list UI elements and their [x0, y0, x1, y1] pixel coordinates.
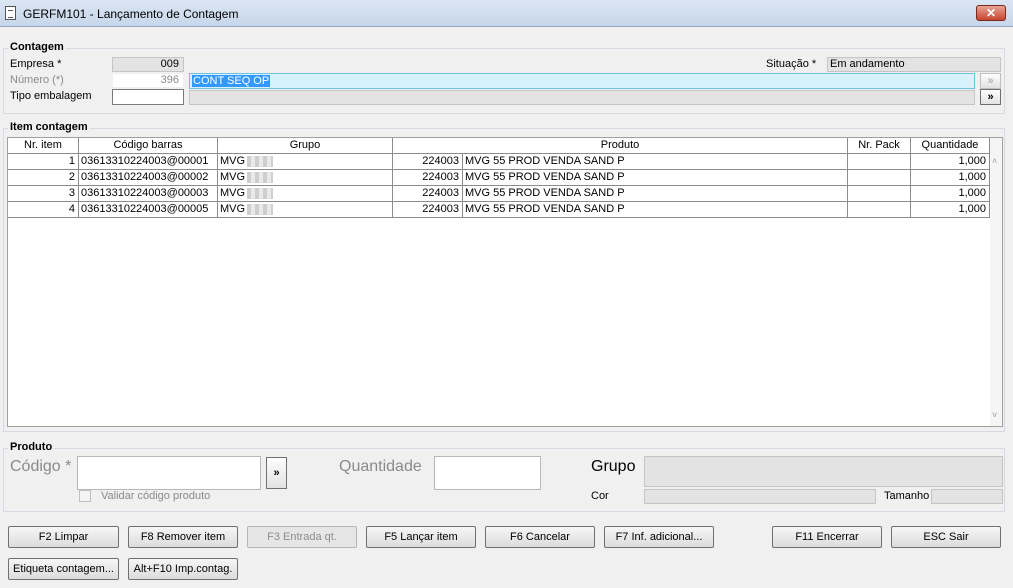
table-row[interactable]: 2 03613310224003@00002 MVG 224003 MVG 55… [8, 170, 990, 186]
table-row[interactable]: 1 03613310224003@00001 MVG 224003 MVG 55… [8, 154, 990, 170]
cell-quantidade: 1,000 [911, 170, 990, 185]
grupo-label: Grupo [591, 458, 636, 475]
table-row[interactable]: 3 03613310224003@00003 MVG 224003 MVG 55… [8, 186, 990, 202]
codigo-lookup-button[interactable]: » [266, 457, 287, 489]
cell-codigo-barras: 03613310224003@00003 [79, 186, 218, 201]
validar-codigo-label[interactable]: Validar código produto [101, 490, 210, 502]
quantidade-field[interactable] [434, 456, 541, 490]
cell-produto-descricao: MVG 55 PROD VENDA SAND P [463, 202, 848, 217]
tamanho-field [931, 489, 1003, 504]
empresa-label: Empresa * [10, 58, 62, 70]
sair-button[interactable]: ESC Sair [891, 526, 1001, 548]
cell-produto-codigo: 224003 [393, 202, 463, 217]
numero-label: Número (*) [10, 74, 64, 86]
cell-codigo-barras: 03613310224003@00001 [79, 154, 218, 169]
tipo-embalagem-description-field [189, 90, 975, 105]
numero-description-field[interactable]: CONT SEQ OP [189, 73, 975, 89]
encerrar-button[interactable]: F11 Encerrar [772, 526, 882, 548]
items-table-header: Nr. item Código barras Grupo Produto Nr.… [8, 138, 990, 154]
cell-grupo: MVG [218, 170, 393, 185]
entrada-qt-button[interactable]: F3 Entrada qt. [247, 526, 357, 548]
cell-grupo: MVG [218, 154, 393, 169]
numero-field[interactable]: 396 [112, 73, 184, 88]
document-icon [5, 6, 16, 20]
cell-codigo-barras: 03613310224003@00002 [79, 170, 218, 185]
codigo-field[interactable] [77, 456, 261, 490]
tamanho-label: Tamanho [884, 490, 930, 502]
cell-nr-pack [848, 154, 911, 169]
cell-quantidade: 1,000 [911, 186, 990, 201]
cell-produto-codigo: 224003 [393, 154, 463, 169]
cell-nr-item: 2 [8, 170, 79, 185]
tipo-embalagem-field[interactable] [112, 89, 184, 105]
numero-lookup-button[interactable]: » [980, 73, 1001, 89]
cell-produto-descricao: MVG 55 PROD VENDA SAND P [463, 154, 848, 169]
numero-description-text: CONT SEQ OP [192, 75, 271, 87]
col-produto[interactable]: Produto [393, 138, 848, 153]
contagem-legend: Contagem [8, 41, 66, 53]
cell-grupo: MVG [218, 186, 393, 201]
col-codigo-barras[interactable]: Código barras [79, 138, 218, 153]
col-nr-item[interactable]: Nr. item [8, 138, 79, 153]
empresa-field[interactable]: 009 [112, 57, 184, 72]
cell-produto-codigo: 224003 [393, 186, 463, 201]
cell-quantidade: 1,000 [911, 154, 990, 169]
cell-nr-item: 4 [8, 202, 79, 217]
redacted-mark [247, 203, 274, 215]
cell-grupo-text: MVG [220, 171, 246, 183]
col-grupo[interactable]: Grupo [218, 138, 393, 153]
inf-adicional-button[interactable]: F7 Inf. adicional... [604, 526, 714, 548]
cell-grupo-text: MVG [220, 203, 246, 215]
cor-label: Cor [591, 490, 609, 502]
imp-contag-button[interactable]: Alt+F10 Imp.contag. [128, 558, 238, 580]
cell-nr-pack [848, 186, 911, 201]
situacao-field: Em andamento [827, 57, 1001, 72]
window-title: GERFM101 - Lançamento de Contagem [23, 7, 239, 21]
items-table[interactable]: Nr. item Código barras Grupo Produto Nr.… [7, 137, 1003, 427]
cell-codigo-barras: 03613310224003@00005 [79, 202, 218, 217]
tipo-embalagem-lookup-button[interactable]: » [980, 89, 1001, 105]
item-contagem-legend: Item contagem [8, 121, 90, 133]
cell-grupo-text: MVG [220, 155, 246, 167]
validar-codigo-checkbox[interactable] [79, 490, 91, 502]
cancelar-button[interactable]: F6 Cancelar [485, 526, 595, 548]
lancar-item-button[interactable]: F5 Lançar item [366, 526, 476, 548]
cell-nr-pack [848, 202, 911, 217]
etiqueta-contagem-button[interactable]: Etiqueta contagem... [8, 558, 119, 580]
quantidade-label: Quantidade [339, 458, 422, 475]
col-nr-pack[interactable]: Nr. Pack [848, 138, 911, 153]
cell-quantidade: 1,000 [911, 202, 990, 217]
tipo-embalagem-label: Tipo embalagem [10, 90, 92, 102]
cell-nr-pack [848, 170, 911, 185]
vertical-scrollbar[interactable]: ˄ ˅ [990, 138, 1002, 426]
title-bar: GERFM101 - Lançamento de Contagem ✕ [0, 0, 1013, 27]
col-quantidade[interactable]: Quantidade [911, 138, 990, 153]
cell-grupo: MVG [218, 202, 393, 217]
redacted-mark [247, 171, 274, 183]
produto-legend: Produto [8, 441, 55, 453]
cor-field [644, 489, 876, 504]
cell-produto-descricao: MVG 55 PROD VENDA SAND P [463, 170, 848, 185]
scroll-up-icon[interactable]: ˄ [992, 156, 997, 166]
remover-item-button[interactable]: F8 Remover item [128, 526, 238, 548]
redacted-mark [247, 187, 274, 199]
grupo-field [644, 456, 1003, 487]
codigo-label: Código * [10, 458, 72, 475]
cell-produto-codigo: 224003 [393, 170, 463, 185]
cell-nr-item: 1 [8, 154, 79, 169]
situacao-label: Situação * [766, 58, 817, 70]
close-button[interactable]: ✕ [976, 5, 1006, 21]
cell-produto-descricao: MVG 55 PROD VENDA SAND P [463, 186, 848, 201]
limpar-button[interactable]: F2 Limpar [8, 526, 119, 548]
cell-grupo-text: MVG [220, 187, 246, 199]
cell-nr-item: 3 [8, 186, 79, 201]
table-row[interactable]: 4 03613310224003@00005 MVG 224003 MVG 55… [8, 202, 990, 218]
scroll-down-icon[interactable]: ˅ [992, 410, 997, 420]
redacted-mark [247, 155, 274, 167]
